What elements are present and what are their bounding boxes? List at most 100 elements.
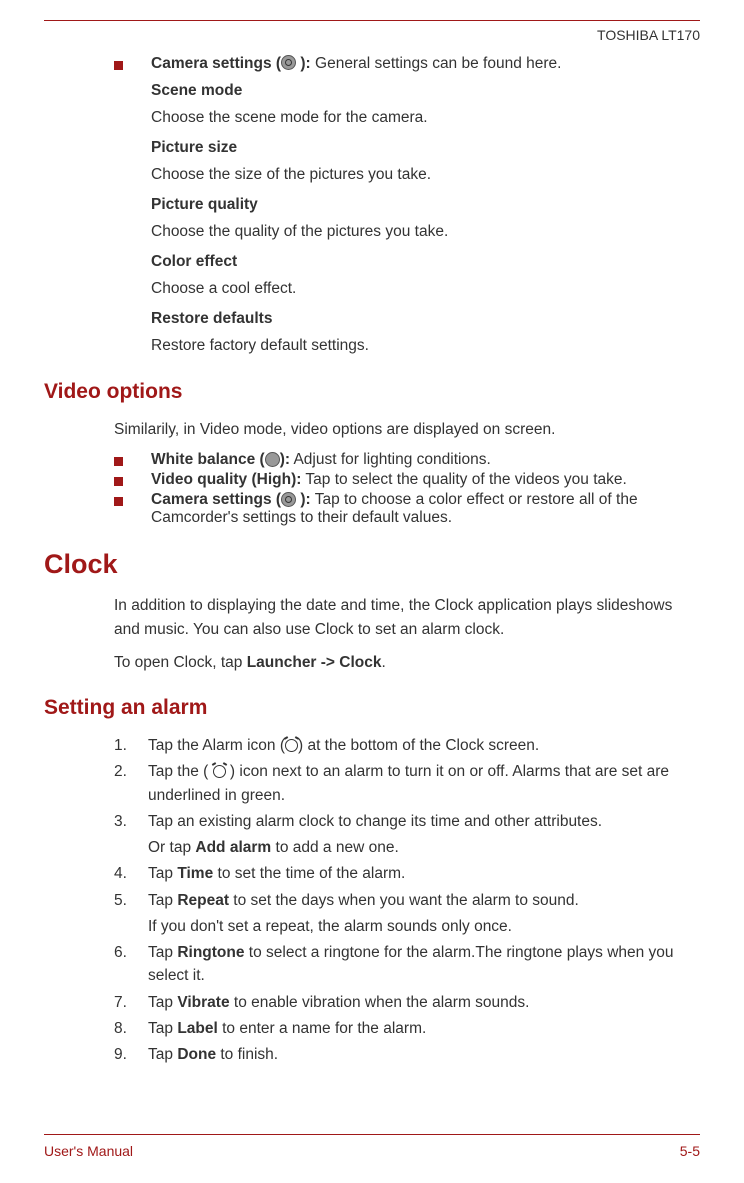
bullet-icon: [114, 497, 123, 506]
step-text: Tap Repeat to set the days when you want…: [148, 889, 700, 912]
step-text: Tap the Alarm icon ( ) at the bottom of t…: [148, 734, 700, 757]
clock-intro1: In addition to displaying the date and t…: [114, 594, 700, 641]
s2a: Tap the (: [148, 763, 213, 780]
step-4: 4. Tap Time to set the time of the alarm…: [114, 862, 700, 885]
camera-settings-desc: General settings can be found here.: [315, 55, 561, 72]
page-footer: User's Manual 5-5: [44, 1134, 700, 1159]
s9a: Tap: [148, 1046, 177, 1063]
step-3-continue: Or tap Add alarm to add a new one.: [148, 836, 700, 859]
s5b: Repeat: [177, 892, 229, 909]
list-item: White balance (): Adjust for lighting co…: [114, 451, 700, 469]
scene-mode-heading: Scene mode: [151, 79, 700, 103]
step-7: 7. Tap Vibrate to enable vibration when …: [114, 991, 700, 1014]
s4c: to set the time of the alarm.: [213, 865, 405, 882]
step-text: Tap Label to enter a name for the alarm.: [148, 1017, 700, 1040]
camera-settings-label: Camera settings (: [151, 55, 281, 72]
step-1: 1. Tap the Alarm icon ( ) at the bottom o…: [114, 734, 700, 757]
step-5: 5. Tap Repeat to set the days when you w…: [114, 889, 700, 912]
s5a: Tap: [148, 892, 177, 909]
step-text: Tap the ( ) icon next to an alarm to tur…: [148, 760, 700, 807]
wb-text: Adjust for lighting conditions.: [290, 451, 491, 468]
bullet-content: Video quality (High): Tap to select the …: [151, 471, 700, 489]
camera-settings-tail: ):: [296, 55, 315, 72]
wb-label: White balance (: [151, 451, 265, 468]
wb-tail: ):: [280, 451, 290, 468]
picture-quality-text: Choose the quality of the pictures you t…: [151, 220, 700, 244]
step-3: 3. Tap an existing alarm clock to change…: [114, 810, 700, 833]
s3cb: Add alarm: [195, 839, 271, 856]
video-list: White balance (): Adjust for lighting co…: [44, 451, 700, 527]
cs-tail: ):: [296, 491, 311, 508]
s5c: to set the days when you want the alarm …: [229, 892, 579, 909]
restore-defaults-text: Restore factory default settings.: [151, 334, 700, 358]
list-item: Camera settings ( ): Tap to choose a col…: [114, 491, 700, 527]
clock-heading: Clock: [44, 549, 700, 580]
step-text: Tap Done to finish.: [148, 1043, 700, 1066]
s8b: Label: [177, 1020, 217, 1037]
white-balance-icon: [265, 452, 280, 467]
scene-mode-text: Choose the scene mode for the camera.: [151, 106, 700, 130]
s9c: to finish.: [216, 1046, 278, 1063]
step-text: Tap Vibrate to enable vibration when the…: [148, 991, 700, 1014]
footer-right: 5-5: [680, 1143, 700, 1159]
step-number: 8.: [114, 1017, 148, 1040]
step-number: 6.: [114, 941, 148, 988]
video-options-heading: Video options: [44, 380, 700, 404]
camera-settings-section: Camera settings ( ): General settings ca…: [44, 55, 700, 358]
bullet-content: White balance (): Adjust for lighting co…: [151, 451, 700, 469]
step-number: 9.: [114, 1043, 148, 1066]
step-text: Tap Ringtone to select a ringtone for th…: [148, 941, 700, 988]
step-5-continue: If you don't set a repeat, the alarm sou…: [148, 915, 700, 938]
step-text: Tap an existing alarm clock to change it…: [148, 810, 700, 833]
s4b: Time: [177, 865, 213, 882]
step-6: 6. Tap Ringtone to select a ringtone for…: [114, 941, 700, 988]
video-intro: Similarily, in Video mode, video options…: [114, 418, 700, 441]
color-effect-text: Choose a cool effect.: [151, 277, 700, 301]
vq-label: Video quality (High):: [151, 471, 301, 488]
step-number: 3.: [114, 810, 148, 833]
alarm-icon: [285, 739, 298, 752]
bullet-icon: [114, 477, 123, 486]
s2b: ) icon next to an alarm to turn it on or…: [148, 763, 669, 803]
clock-intro2c: .: [382, 654, 386, 671]
step-number: 4.: [114, 862, 148, 885]
step-number: 5.: [114, 889, 148, 912]
page-header: TOSHIBA LT170: [44, 20, 700, 43]
alarm-icon: [213, 765, 226, 778]
bullet-content: Camera settings ( ): Tap to choose a col…: [151, 491, 700, 527]
s1b: ) at the bottom of the Clock screen.: [298, 737, 539, 754]
s6a: Tap: [148, 944, 177, 961]
restore-defaults-heading: Restore defaults: [151, 307, 700, 331]
list-item: Camera settings ( ): General settings ca…: [114, 55, 700, 73]
s3ca: Or tap: [148, 839, 195, 856]
picture-quality-heading: Picture quality: [151, 193, 700, 217]
s4a: Tap: [148, 865, 177, 882]
s7c: to enable vibration when the alarm sound…: [230, 994, 530, 1011]
picture-size-heading: Picture size: [151, 136, 700, 160]
clock-intro2: To open Clock, tap Launcher -> Clock.: [114, 651, 700, 674]
bullet-content: Camera settings ( ): General settings ca…: [151, 55, 700, 73]
bullet-icon: [114, 457, 123, 466]
step-text: Tap Time to set the time of the alarm.: [148, 862, 700, 885]
step-number: 2.: [114, 760, 148, 807]
clock-intro2a: To open Clock, tap: [114, 654, 247, 671]
settings-icon: [281, 55, 296, 70]
list-item: Video quality (High): Tap to select the …: [114, 471, 700, 489]
clock-intro2b: Launcher -> Clock: [247, 654, 382, 671]
step-8: 8. Tap Label to enter a name for the ala…: [114, 1017, 700, 1040]
picture-size-text: Choose the size of the pictures you take…: [151, 163, 700, 187]
product-name: TOSHIBA LT170: [597, 27, 700, 43]
setting-alarm-heading: Setting an alarm: [44, 696, 700, 720]
s9b: Done: [177, 1046, 216, 1063]
settings-icon: [281, 492, 296, 507]
cs-label: Camera settings (: [151, 491, 281, 508]
bullet-icon: [114, 61, 123, 70]
step-9: 9. Tap Done to finish.: [114, 1043, 700, 1066]
footer-left: User's Manual: [44, 1143, 133, 1159]
s6b: Ringtone: [177, 944, 244, 961]
step-number: 1.: [114, 734, 148, 757]
s1a: Tap the Alarm icon (: [148, 737, 285, 754]
step-number: 7.: [114, 991, 148, 1014]
s7a: Tap: [148, 994, 177, 1011]
s7b: Vibrate: [177, 994, 229, 1011]
